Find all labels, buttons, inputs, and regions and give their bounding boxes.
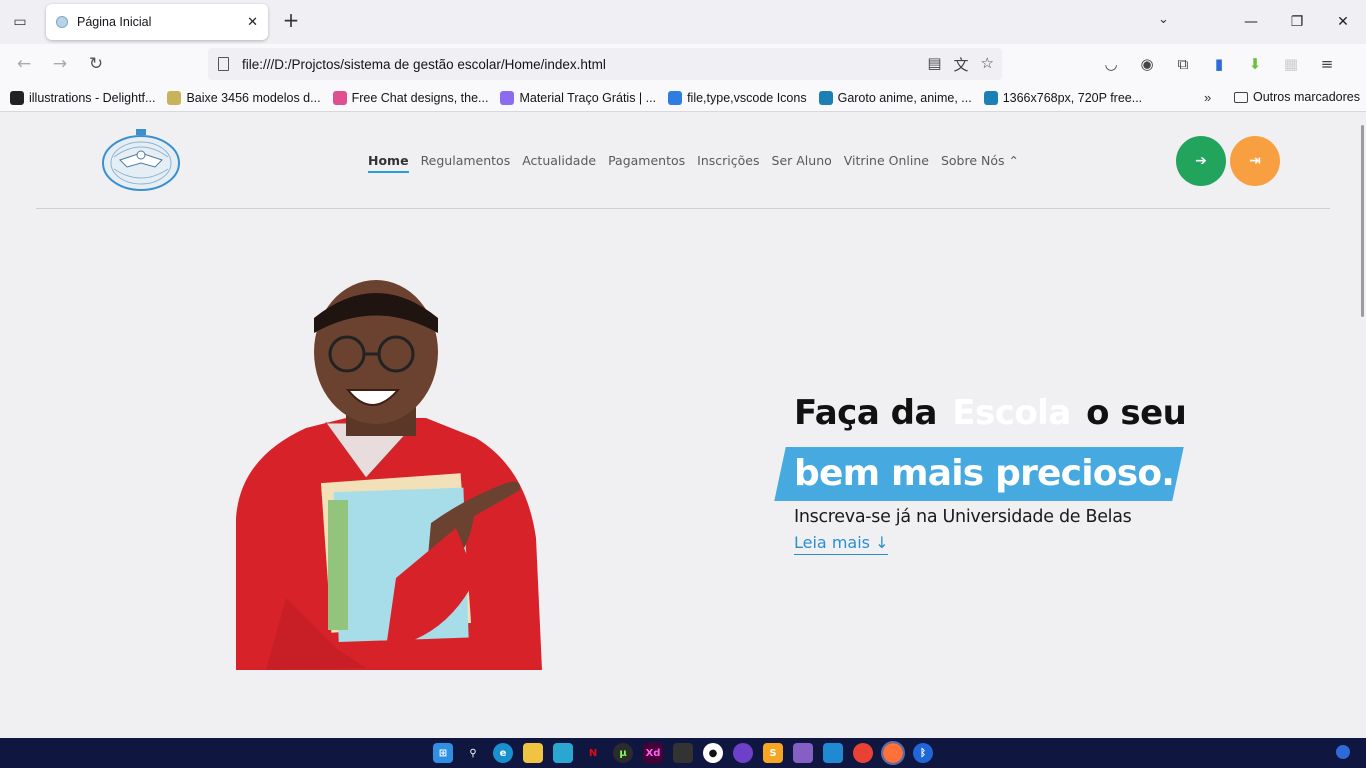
main-nav: Home Regulamentos Actualidade Pagamentos… (368, 153, 1019, 173)
hero-heading-line-2: bem mais precioso. (794, 447, 1186, 501)
sign-out-icon: ⇥ (1249, 153, 1261, 169)
login-button[interactable]: ➔ (1176, 136, 1226, 186)
github-icon[interactable] (733, 743, 753, 763)
bookmark-star-icon[interactable]: ☆ (981, 54, 994, 75)
system-tray (1336, 745, 1350, 759)
hero-subtitle: Inscreva-se já na Universidade de Belas (794, 507, 1132, 527)
hero-highlight-word: Escola (948, 393, 1075, 433)
hero-text: Faça da Escola o seu bem mais precioso. … (794, 393, 1187, 555)
pocket-icon[interactable]: ◡ (1100, 53, 1122, 75)
bluetooth-icon[interactable]: ᛒ (913, 743, 933, 763)
bookmark-item[interactable]: illustrations - Delightf... (10, 90, 155, 105)
nav-actualidade[interactable]: Actualidade (522, 153, 596, 173)
restore-button[interactable]: ❐ (1274, 14, 1320, 30)
bookmark-item[interactable]: Material Traço Grátis | ... (500, 90, 656, 105)
nav-sobre-nos[interactable]: Sobre Nós ⌃ (941, 153, 1019, 173)
address-bar[interactable]: file:///D:/Projctos/sistema de gestão es… (208, 48, 1002, 80)
read-more-link[interactable]: Leia mais ↓ (794, 533, 889, 555)
bookmark-favicon-icon (818, 90, 833, 105)
logout-button[interactable]: ⇥ (1230, 136, 1280, 186)
bookmark-favicon-icon (10, 90, 24, 105)
menu-icon[interactable]: ≡ (1316, 53, 1338, 75)
file-explorer-icon[interactable] (523, 743, 543, 763)
adobe-xd-icon[interactable]: Xd (643, 743, 663, 763)
forward-button[interactable]: → (48, 53, 72, 77)
url-text[interactable]: file:///D:/Projctos/sistema de gestão es… (242, 57, 927, 72)
netflix-icon[interactable]: N (583, 743, 603, 763)
more-bookmarks-icon[interactable]: » (1204, 90, 1211, 105)
firefox-icon[interactable] (881, 741, 905, 765)
browser-toolbar: ← → ↻ file:///D:/Projctos/sistema de ges… (0, 44, 1366, 84)
student-photo (236, 280, 542, 670)
page-scrollbar[interactable] (1361, 125, 1364, 317)
device-icon[interactable]: ▮ (1208, 53, 1230, 75)
hero-heading-line-1: Faça da Escola o seu (794, 393, 1187, 433)
notifications-icon[interactable] (1336, 745, 1350, 759)
utorrent-icon[interactable]: µ (613, 743, 633, 763)
bookmark-item[interactable]: Free Chat designs, the... (332, 90, 488, 105)
vscode-icon[interactable] (823, 743, 843, 763)
app-icon[interactable]: ● (703, 743, 723, 763)
store-icon[interactable] (553, 743, 573, 763)
tab-title: Página Inicial (77, 15, 152, 29)
sign-in-icon: ➔ (1195, 153, 1207, 169)
search-icon[interactable]: ⚲ (463, 743, 483, 763)
download-icon[interactable]: ⬇ (1244, 53, 1266, 75)
nav-vitrine-online[interactable]: Vitrine Online (844, 153, 929, 173)
app-icon[interactable] (673, 743, 693, 763)
extension-grid-icon[interactable]: ▦ (1280, 53, 1302, 75)
chevron-down-icon[interactable]: ⌄ (1158, 12, 1169, 27)
translate-icon[interactable]: 文 (954, 54, 969, 75)
bookmark-favicon-icon (983, 90, 998, 105)
chevron-up-icon: ⌃ (1008, 153, 1019, 168)
sublime-icon[interactable]: S (763, 743, 783, 763)
header-divider (36, 208, 1330, 209)
reader-view-icon[interactable]: ▤ (927, 54, 941, 75)
new-tab-button[interactable]: + (280, 10, 302, 32)
bookmark-favicon-icon (167, 90, 182, 105)
windows-taskbar: ⊞ ⚲ e N µ Xd ● S ᛒ (0, 738, 1366, 768)
web-page: Home Regulamentos Actualidade Pagamentos… (0, 113, 1366, 738)
minimize-button[interactable]: — (1228, 14, 1274, 30)
university-logo[interactable] (100, 127, 182, 193)
window-controls: — ❐ ✕ (1228, 0, 1366, 44)
visual-studio-icon[interactable] (793, 743, 813, 763)
browser-tab-bar: ▭ Página Inicial ✕ + ⌄ — ❐ ✕ (0, 0, 1366, 44)
close-tab-icon[interactable]: ✕ (247, 15, 258, 30)
bookmark-item[interactable]: file,type,vscode Icons (668, 90, 807, 105)
nav-pagamentos[interactable]: Pagamentos (608, 153, 685, 173)
extensions-icon[interactable]: ⧉ (1172, 53, 1194, 75)
nav-home[interactable]: Home (368, 153, 409, 173)
reload-button[interactable]: ↻ (84, 53, 108, 77)
folder-icon (1234, 91, 1248, 103)
edge-icon[interactable]: e (493, 743, 513, 763)
nav-inscricoes[interactable]: Inscrições (697, 153, 759, 173)
bookmark-item[interactable]: Baixe 3456 modelos d... (167, 90, 321, 105)
nav-ser-aluno[interactable]: Ser Aluno (772, 153, 832, 173)
tab-favicon-icon (56, 16, 68, 28)
bookmarks-bar: illustrations - Delightf... Baixe 3456 m… (0, 84, 1366, 112)
bookmark-favicon-icon (668, 90, 683, 105)
browser-tab[interactable]: Página Inicial ✕ (46, 4, 268, 40)
other-bookmarks-folder[interactable]: Outros marcadores (1234, 90, 1360, 104)
page-icon (218, 57, 229, 71)
back-button[interactable]: ← (12, 53, 36, 77)
bookmark-favicon-icon (500, 90, 515, 105)
bookmark-item[interactable]: Garoto anime, anime, ... (818, 90, 972, 105)
account-icon[interactable]: ◉ (1136, 53, 1158, 75)
close-window-button[interactable]: ✕ (1320, 14, 1366, 30)
windows-start-icon[interactable]: ⊞ (433, 743, 453, 763)
bookmark-favicon-icon (332, 90, 347, 105)
tab-list-icon[interactable]: ▭ (8, 10, 32, 34)
bookmark-item[interactable]: 1366x768px, 720P free... (983, 90, 1142, 105)
chrome-icon[interactable] (853, 743, 873, 763)
nav-regulamentos[interactable]: Regulamentos (421, 153, 511, 173)
